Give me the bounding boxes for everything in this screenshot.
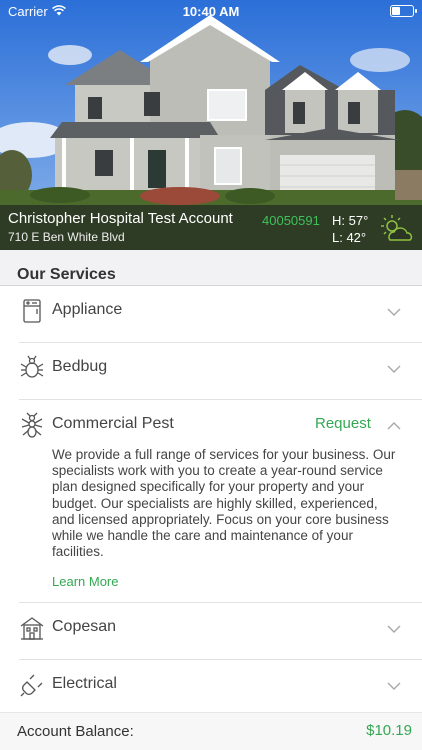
service-description: We provide a full range of services for …	[52, 447, 396, 560]
account-balance-bar[interactable]: Account Balance: $10.19	[0, 712, 422, 750]
service-label: Electrical	[52, 675, 117, 692]
ant-icon	[19, 412, 45, 438]
temperature-high: H: 57°	[332, 213, 369, 228]
chevron-down-icon[interactable]	[386, 678, 402, 696]
learn-more-link[interactable]: Learn More	[52, 574, 118, 589]
chevron-down-icon[interactable]	[386, 361, 402, 379]
service-label: Bedbug	[52, 358, 108, 375]
service-row-copesan[interactable]: Copesan	[0, 603, 422, 660]
services-section-header: Our Services	[0, 250, 422, 286]
temperature-low: L: 42°	[332, 230, 367, 245]
account-number: 40050591	[262, 213, 320, 228]
clock: 10:40 AM	[182, 4, 240, 19]
partly-cloudy-icon	[380, 214, 416, 249]
service-label: Copesan	[52, 618, 117, 635]
building-icon	[19, 615, 45, 641]
plug-icon	[19, 672, 45, 698]
request-button[interactable]: Request	[315, 415, 371, 432]
balance-label: Account Balance:	[17, 723, 134, 740]
service-label: Commercial Pest	[52, 415, 174, 432]
service-row-electrical[interactable]: Electrical	[0, 660, 422, 717]
status-bar: Carrier 10:40 AM	[0, 0, 422, 22]
account-name: Christopher Hospital Test Account	[8, 210, 233, 227]
account-info-bar[interactable]: Christopher Hospital Test Account 710 E …	[0, 205, 422, 250]
balance-value: $10.19	[366, 722, 412, 739]
bedbug-icon	[19, 355, 45, 381]
chevron-up-icon[interactable]	[386, 418, 402, 436]
appliance-icon	[19, 298, 45, 324]
service-row-bedbug[interactable]: Bedbug	[0, 343, 422, 400]
service-label: Appliance	[52, 301, 123, 318]
service-row-appliance[interactable]: Appliance	[0, 286, 422, 343]
chevron-down-icon[interactable]	[386, 304, 402, 322]
chevron-down-icon[interactable]	[386, 621, 402, 639]
account-address: 710 E Ben White Blvd	[8, 230, 125, 244]
services-title: Our Services	[17, 266, 116, 283]
battery-icon	[390, 5, 417, 17]
